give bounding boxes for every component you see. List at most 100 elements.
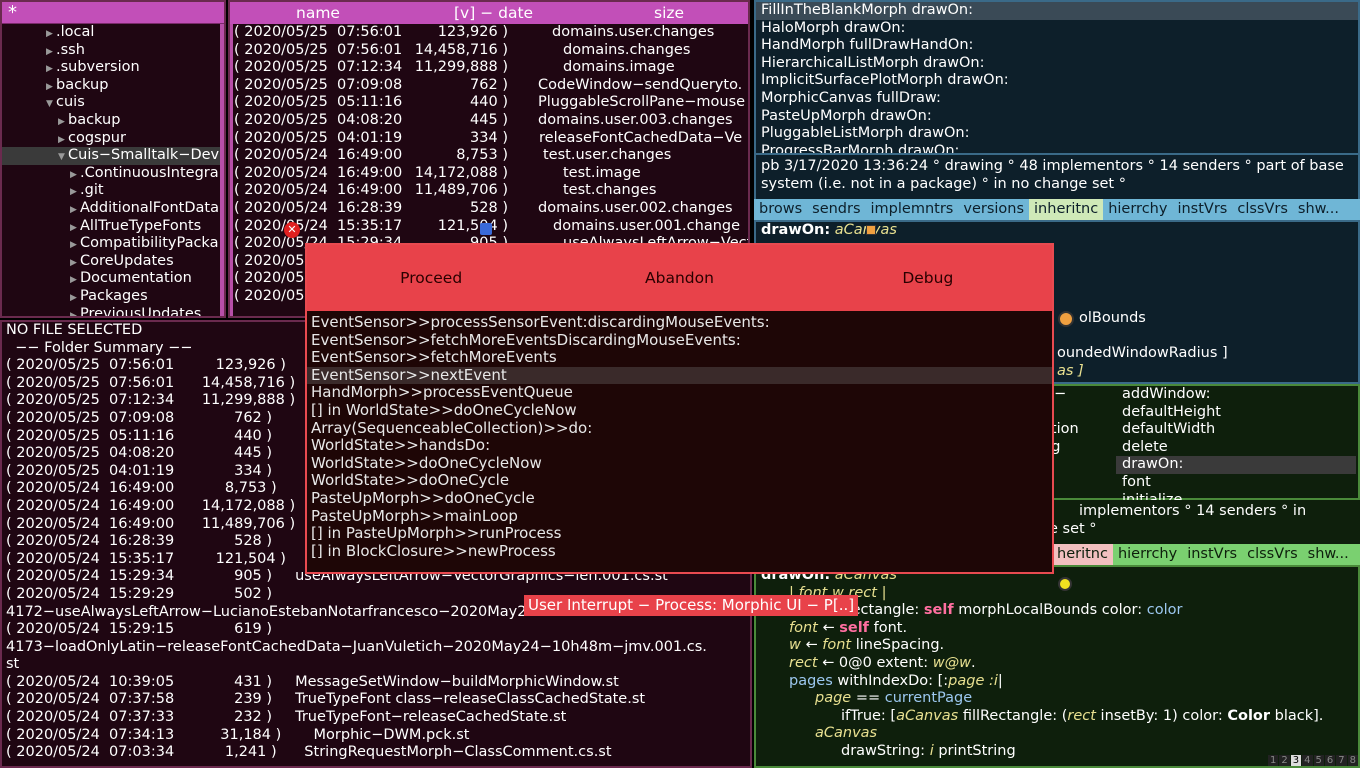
file-row[interactable]: ( 2020/05/24 16:49:00 14,172,088 ) test.im… <box>230 165 748 183</box>
method-item[interactable]: font <box>1116 474 1356 492</box>
toolbar-button[interactable]: shw... <box>1293 199 1344 220</box>
chevron-icon[interactable]: ▶ <box>70 308 80 317</box>
halo-handle-icon[interactable] <box>1058 577 1072 591</box>
halo-handle-icon[interactable] <box>866 225 876 235</box>
tree-item[interactable]: ▶ .ContinuousIntegra <box>2 165 224 183</box>
debugger-title[interactable]: User Interrupt − Process: Morphic UI − P… <box>524 595 858 616</box>
toolbar-button[interactable]: versions <box>958 199 1029 220</box>
desktop-switcher[interactable]: 12345678 <box>1268 755 1358 766</box>
tree-item[interactable]: ▶ .ssh <box>2 42 224 60</box>
toolbar-button[interactable]: hierrchy <box>1113 544 1182 565</box>
stack-frame[interactable]: Array(SequenceableCollection)>>do: <box>307 419 1052 438</box>
tree-item[interactable]: ▼ Cuis−Smalltalk−Dev <box>2 147 224 165</box>
toolbar-button[interactable]: implemntrs <box>866 199 959 220</box>
file-row[interactable]: ( 2020/05/25 05:11:16 440 ) PluggableScrol… <box>230 94 748 112</box>
sender-item[interactable]: ImplicitSurfacePlotMorph drawOn: <box>756 72 1358 90</box>
method-item[interactable]: drawOn: <box>1116 456 1356 474</box>
tree-item[interactable]: ▶ AdditionalFontData <box>2 200 224 218</box>
stack-frame[interactable]: WorldState>>doOneCycle <box>307 472 1052 490</box>
stack-frame[interactable]: EventSensor>>fetchMoreEvents <box>307 349 1052 367</box>
tree-item[interactable]: ▶ .local <box>2 24 224 42</box>
tree-scrollbar[interactable] <box>220 24 224 316</box>
close-icon[interactable]: ✕ <box>284 222 300 238</box>
senders-list[interactable]: FillInTheBlankMorph drawOn: HaloMorph dra… <box>756 2 1358 153</box>
method-item[interactable]: defaultWidth <box>1116 421 1356 439</box>
method-item[interactable]: addWindow: <box>1116 386 1356 404</box>
toolbar-button[interactable]: clssVrs <box>1242 544 1303 565</box>
stack-frame[interactable]: [] in BlockClosure>>newProcess <box>307 542 1052 561</box>
file-row[interactable]: ( 2020/05/24 16:49:00 11,489,706 ) test.ch… <box>230 182 748 200</box>
tree-item[interactable]: ▶ Packages <box>2 288 224 306</box>
stack-frame[interactable]: EventSensor>>processSensorEvent:discardi… <box>307 313 1052 332</box>
tree-item[interactable]: ▼ cuis <box>2 94 224 112</box>
desktop-button[interactable]: 6 <box>1324 755 1336 766</box>
desktop-button[interactable]: 4 <box>1302 755 1313 766</box>
desktop-button[interactable]: 5 <box>1313 755 1324 766</box>
window-menu-icon[interactable] <box>480 223 492 235</box>
file-row[interactable]: ( 2020/05/25 04:01:19 334 ) releaseFontCac… <box>230 130 748 148</box>
desktop-button[interactable]: 8 <box>1347 755 1358 766</box>
toolbar-button[interactable]: instVrs <box>1182 544 1242 565</box>
debug-button[interactable]: Debug <box>804 269 1052 287</box>
browser-toolbar[interactable]: brows sendrs implemntrs versions inheritnc hi… <box>754 199 1360 220</box>
toolbar-button[interactable]: sendrs <box>807 199 865 220</box>
date-column-header[interactable]: [v] − date <box>454 2 533 24</box>
method-item[interactable]: delete <box>1116 439 1356 457</box>
file-list-scrollbar[interactable] <box>230 24 233 316</box>
tree-item[interactable]: ▶ backup <box>2 112 224 130</box>
stack-frame[interactable]: HandMorph>>processEventQueue <box>307 384 1052 402</box>
halo-handle-icon[interactable] <box>1058 311 1074 327</box>
tree-item[interactable]: ▶ Documentation <box>2 270 224 288</box>
sender-item[interactable]: PluggableListMorph drawOn: <box>756 125 1358 143</box>
sender-item[interactable]: ProgressBarMorph drawOn: <box>756 143 1358 153</box>
sender-item[interactable]: PasteUpMorph drawOn: <box>756 108 1358 126</box>
file-row[interactable]: ( 2020/05/25 07:09:08 762 ) CodeWindow−sen… <box>230 77 748 95</box>
stack-list[interactable]: EventSensor>>processSensorEvent:discardi… <box>307 313 1052 561</box>
directory-tree-pane[interactable]: * ▶ .local ▶ .ssh ▶ .subversion ▶ backup ▼ cuis ▶ b… <box>0 0 226 318</box>
toolbar-button[interactable]: inheritnc <box>1029 199 1104 220</box>
stack-frame[interactable]: PasteUpMorph>>doOneCycle <box>307 489 1052 508</box>
stack-frame[interactable]: PasteUpMorph>>mainLoop <box>307 507 1052 526</box>
tree-item[interactable]: ▶ CompatibilityPacka <box>2 235 224 253</box>
sender-item[interactable]: HaloMorph drawOn: <box>756 20 1358 38</box>
stack-frame[interactable]: WorldState>>handsDo: <box>307 437 1052 455</box>
sender-item[interactable]: MorphicCanvas fullDraw: <box>756 90 1358 108</box>
desktop-button[interactable]: 1 <box>1268 755 1279 766</box>
file-row[interactable]: ( 2020/05/25 07:56:01 123,926 ) domains.us… <box>230 24 748 42</box>
sender-item[interactable]: HandMorph fullDrawHandOn: <box>756 37 1358 55</box>
tree-item[interactable]: ▶ CoreUpdates <box>2 253 224 271</box>
tree-item[interactable]: ▶ .git <box>2 182 224 200</box>
method-item[interactable]: defaultHeight <box>1116 404 1356 422</box>
file-row[interactable]: ( 2020/05/24 16:28:39 528 ) domains.user.0… <box>230 200 748 218</box>
proceed-button[interactable]: Proceed <box>307 269 555 287</box>
file-row[interactable]: ( 2020/05/25 07:12:34 11,299,888 ) domains… <box>230 59 748 77</box>
file-row[interactable]: ( 2020/05/24 16:49:00 8,753 ) test.user.ch… <box>230 147 748 165</box>
stack-frame[interactable]: [] in WorldState>>doOneCycleNow <box>307 401 1052 420</box>
size-column-header[interactable]: size <box>654 2 684 24</box>
tree-item[interactable]: ▶ cogspur <box>2 130 224 148</box>
abandon-button[interactable]: Abandon <box>555 269 803 287</box>
senders-list-pane[interactable]: FillInTheBlankMorph drawOn: HaloMorph dra… <box>754 0 1360 155</box>
tree-item[interactable]: ▶ backup <box>2 77 224 95</box>
tree-item[interactable]: ▶ PreviousUpdates <box>2 306 224 317</box>
toolbar-button[interactable]: clssVrs <box>1232 199 1293 220</box>
stack-frame[interactable]: EventSensor>>nextEvent <box>307 366 1052 385</box>
name-column-header[interactable]: name <box>296 2 340 24</box>
toolbar-button[interactable]: heritnc <box>1052 544 1113 565</box>
desktop-button[interactable]: 3 <box>1290 755 1302 766</box>
tree-item[interactable]: ▶ .subversion <box>2 59 224 77</box>
desktop-button[interactable]: 2 <box>1279 755 1290 766</box>
tree-item[interactable]: ▶ AllTrueTypeFonts <box>2 218 224 236</box>
file-row[interactable]: ( 2020/05/25 04:08:20 445 ) domains.user.0… <box>230 112 748 130</box>
toolbar-button[interactable]: brows <box>754 199 807 220</box>
debugger-window[interactable]: Proceed Abandon Debug EventSensor>>proce… <box>305 243 1054 574</box>
tree-list[interactable]: ▶ .local ▶ .ssh ▶ .subversion ▶ backup ▼ cuis ▶ bac… <box>2 24 224 317</box>
toolbar-button[interactable]: shw... <box>1303 544 1354 565</box>
toolbar-button[interactable]: hierrchy <box>1103 199 1172 220</box>
stack-frame[interactable]: EventSensor>>fetchMoreEventsDiscardingMo… <box>307 331 1052 350</box>
sender-item[interactable]: FillInTheBlankMorph drawOn: <box>756 2 1358 20</box>
stack-frame[interactable]: [] in PasteUpMorph>>runProcess <box>307 525 1052 543</box>
method-list[interactable]: addWindow: defaultHeight defaultWidth delet… <box>1116 386 1356 508</box>
desktop-button[interactable]: 7 <box>1336 755 1347 766</box>
stack-frame[interactable]: WorldState>>doOneCycleNow <box>307 454 1052 473</box>
